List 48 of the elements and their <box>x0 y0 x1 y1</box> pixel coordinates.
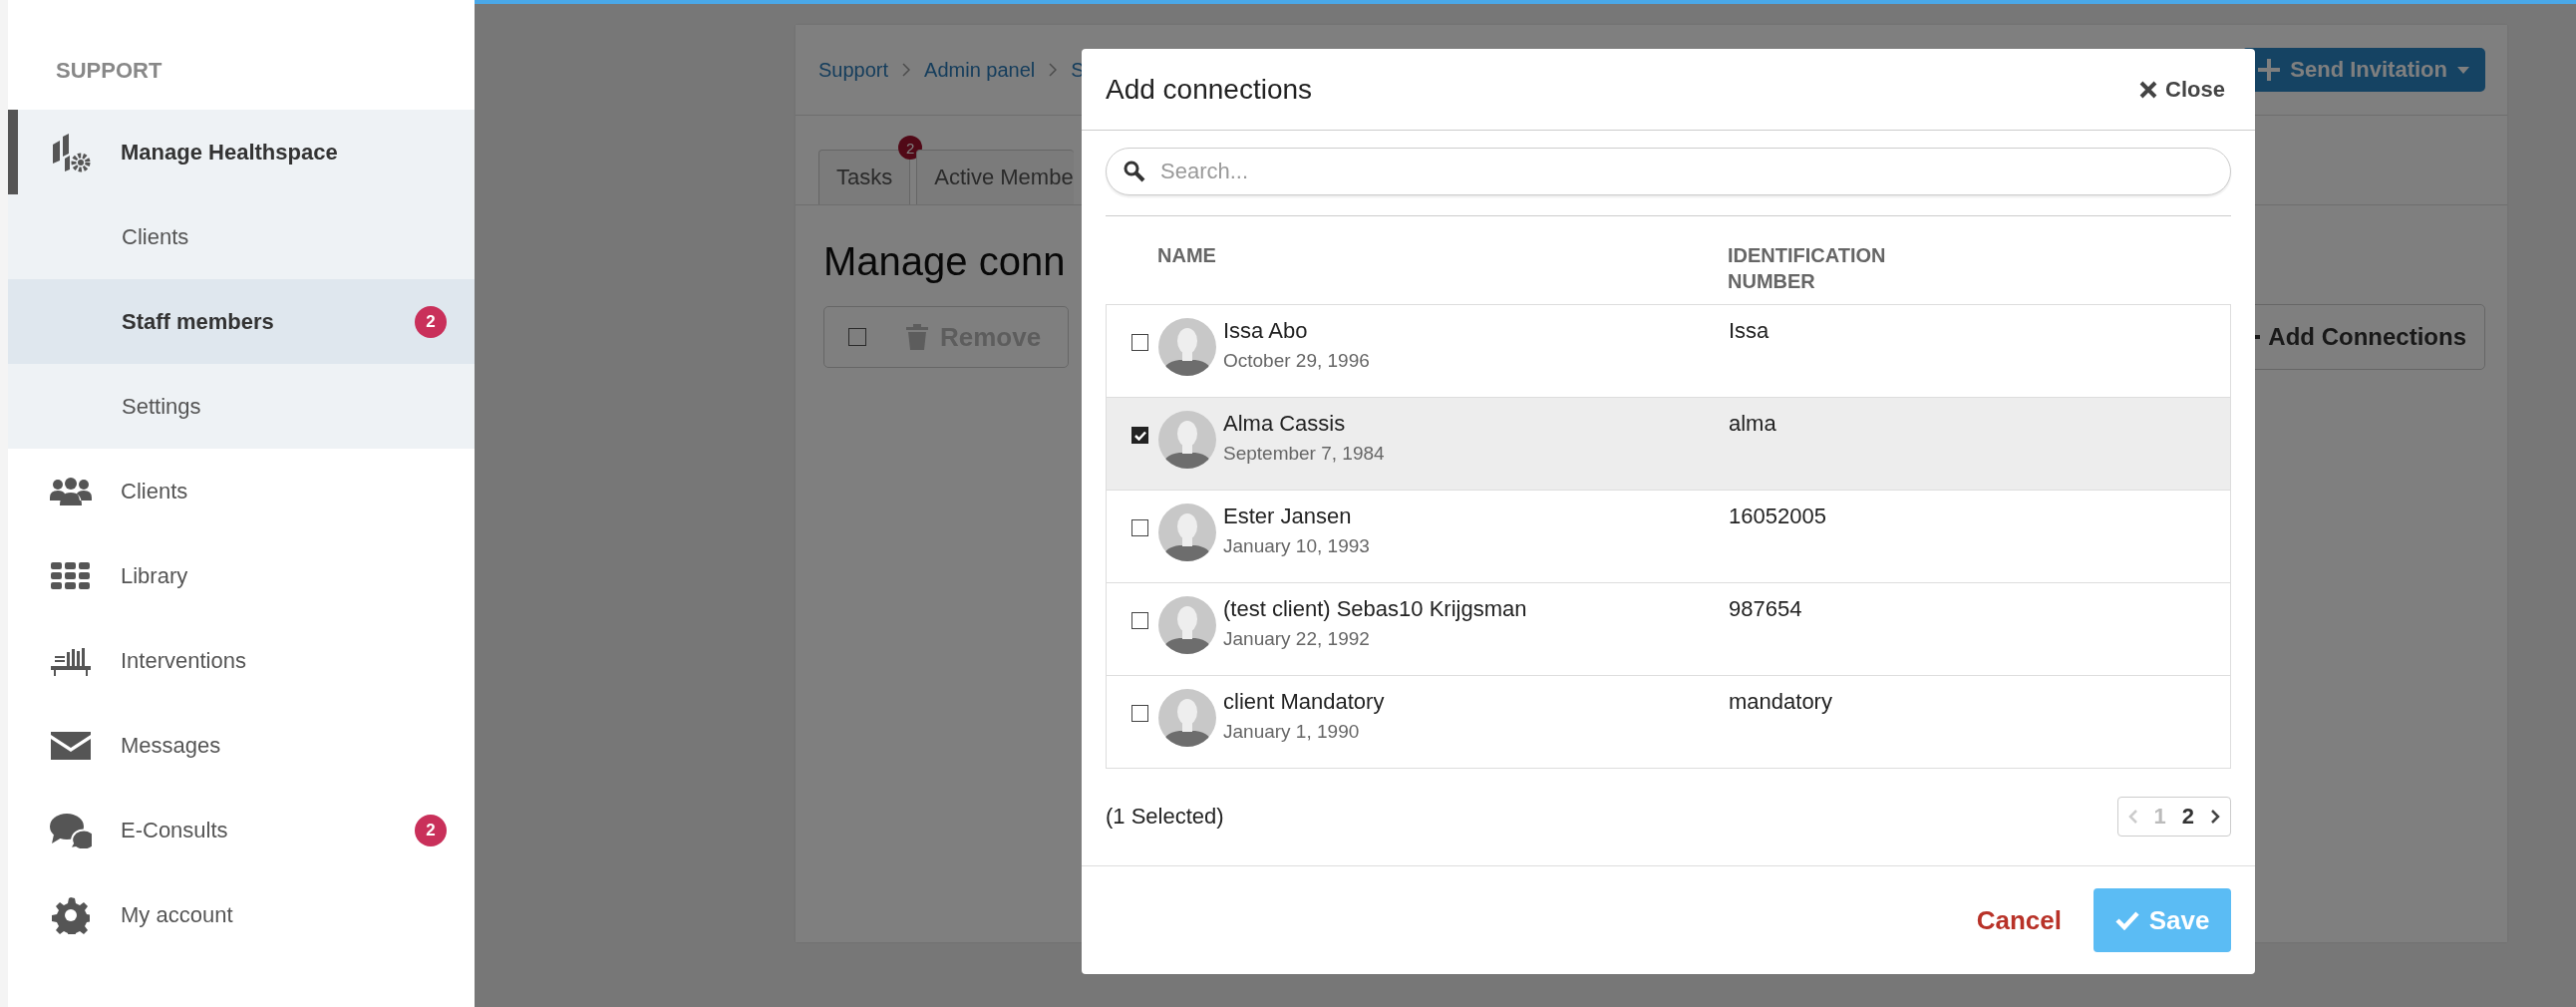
nav-label: E-Consults <box>121 817 228 843</box>
table-cell: Issa <box>1729 318 1770 343</box>
page-link[interactable]: 2 <box>2181 804 2194 830</box>
table-row[interactable]: Alma Cassis September 7, 1984 alma <box>1107 397 2230 490</box>
column-header: IDENTIFICATION NUMBER <box>1728 243 1887 294</box>
nav-item[interactable]: Interventions <box>8 618 475 703</box>
close-button[interactable]: Close <box>2133 75 2231 104</box>
table-row[interactable]: Issa Abo October 29, 1996 Issa <box>1107 305 2230 397</box>
person-name: (test client) Sebas10 Krijgsman <box>1223 596 1527 622</box>
nav-label: Manage Healthspace <box>121 139 338 166</box>
nav-item[interactable]: Clients <box>8 449 475 533</box>
count-badge: 2 <box>415 305 447 338</box>
nav-item[interactable]: Messages <box>8 703 475 788</box>
count-badge: 2 <box>415 814 447 846</box>
search-field[interactable]: Search... <box>1106 148 2231 195</box>
table-cell: alma <box>1729 411 1776 436</box>
birth-date: January 1, 1990 <box>1223 721 1361 743</box>
section-title: SUPPORT <box>55 57 163 85</box>
birth-date: January 10, 1993 <box>1223 535 1370 557</box>
table-cell: 16052005 <box>1729 504 1826 528</box>
nav-item[interactable]: Staff members 2 <box>8 279 475 364</box>
nav-label: Interventions <box>121 647 246 674</box>
nav-item[interactable]: Clients <box>8 194 475 279</box>
table-cell: 987654 <box>1729 596 1802 621</box>
nav-item[interactable]: Settings <box>8 364 475 449</box>
birth-date: January 22, 1992 <box>1223 628 1371 650</box>
nav-item[interactable]: Library <box>8 533 475 618</box>
nav-label: Messages <box>121 732 221 759</box>
table-row[interactable]: client Mandatory January 1, 1990 mandatory <box>1107 675 2230 768</box>
dialog-title: Add connections <box>1106 73 1313 106</box>
nav-item[interactable]: My account <box>8 872 475 957</box>
birth-date: September 7, 1984 <box>1223 443 1385 465</box>
nav-label: Clients <box>121 478 188 504</box>
selection-count: (1 Selected) <box>1106 804 1224 830</box>
birth-date: October 29, 1996 <box>1223 350 1370 372</box>
nav-label: Library <box>121 562 188 589</box>
cancel-button[interactable]: Cancel <box>1966 894 2072 946</box>
table-cell: mandatory <box>1729 689 1832 714</box>
person-name: Ester Jansen <box>1223 504 1353 529</box>
column-header: NAME <box>1157 243 1217 268</box>
page-heading: Manage conn <box>823 239 1066 284</box>
table-row[interactable]: (test client) Sebas10 Krijgsman January 22, 1992 987654 <box>1107 582 2230 675</box>
person-name: Alma Cassis <box>1223 411 1347 437</box>
table-row[interactable]: Ester Jansen January 10, 1993 16052005 <box>1107 490 2230 582</box>
nav-item[interactable]: E-Consults 2 <box>8 788 475 872</box>
person-name: client Mandatory <box>1223 689 1385 715</box>
person-name: Issa Abo <box>1223 318 1309 344</box>
nav-label: My account <box>121 901 233 928</box>
